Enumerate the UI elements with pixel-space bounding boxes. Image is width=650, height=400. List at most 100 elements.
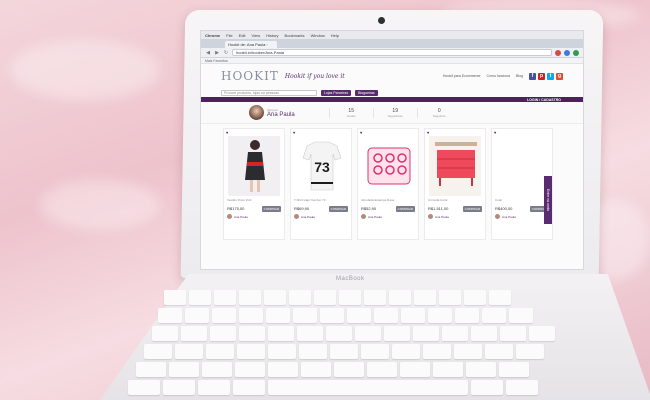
partner-stores-button[interactable]: Lojas Parceiras — [321, 89, 352, 96]
stat-followers[interactable]: 19 Seguidores — [372, 107, 417, 118]
key — [392, 344, 420, 359]
hook-icon[interactable]: ♥ — [360, 130, 362, 135]
header-link[interactable]: Blog — [516, 74, 523, 78]
key — [144, 344, 172, 359]
site-tagline: Hookit if you love it — [284, 72, 345, 80]
key — [471, 326, 497, 341]
side-tab[interactable]: Entre na onda — [544, 176, 552, 224]
hook-icon[interactable]: ♥ — [226, 130, 228, 135]
key — [297, 326, 323, 341]
key — [439, 290, 461, 305]
menu-window[interactable]: Window — [311, 33, 325, 38]
key — [326, 326, 352, 341]
card-owner[interactable]: Ana Paula — [291, 212, 351, 221]
address-bar-row: ◀ ▶ ↻ hookit.in/hooker/Ana-Paula — [201, 48, 583, 58]
key — [136, 362, 166, 377]
product-card[interactable]: ♥ Almofada Estampa Rosa R$52,90 COMPRAR … — [357, 128, 419, 240]
hook-icon[interactable]: ♥ — [427, 130, 429, 135]
card-owner[interactable]: Ana Paula — [358, 212, 418, 221]
profile-name[interactable]: Ana Paula — [267, 112, 295, 118]
os-menubar: Chrome File Edit View History Bookmarks … — [201, 31, 583, 39]
product-card[interactable]: ♥ Cômoda Coral R$1.511,00 COMPRAR Ana Pa… — [424, 128, 486, 240]
photo-scene: Chrome File Edit View History Bookmarks … — [0, 0, 650, 400]
owner-name: Ana Paula — [435, 214, 449, 219]
menu-history[interactable]: History — [266, 33, 278, 38]
buy-button[interactable]: COMPRAR — [261, 205, 281, 212]
product-card[interactable]: ♥ Vestido Preto Vinil R$175,00 COMPRAR A… — [223, 128, 285, 240]
menu-view[interactable]: View — [251, 33, 260, 38]
menu-app[interactable]: Chrome — [205, 33, 220, 38]
owner-name: Ana Paula — [368, 214, 382, 219]
menu-help[interactable]: Help — [331, 33, 339, 38]
forward-icon[interactable]: ▶ — [214, 50, 220, 56]
owner-avatar — [361, 214, 366, 219]
card-owner[interactable]: Ana Paula — [492, 212, 552, 221]
browser-tab[interactable]: Hookit de: Ana Paula ◦ — [225, 41, 277, 48]
key — [499, 362, 529, 377]
product-image[interactable]: 73 — [295, 136, 347, 196]
key — [442, 326, 468, 341]
site-header: HOOKIT Hookit if you love it Hookit para… — [201, 64, 583, 88]
product-card[interactable]: ♥ 73 T-Shirt Hapi Number 73 R$69,90 COMP… — [290, 128, 352, 240]
url-input[interactable]: hookit.in/hooker/Ana-Paula — [232, 49, 552, 56]
googleplus-icon[interactable]: g — [556, 72, 563, 80]
dresser-image — [429, 136, 481, 196]
key — [185, 308, 209, 323]
key — [181, 326, 207, 341]
bloggers-button[interactable]: Blogueiras — [355, 89, 378, 96]
key — [169, 362, 199, 377]
login-button[interactable]: LOGIN / CADASTRO — [527, 98, 561, 102]
card-bottom: R$69,90 COMPRAR — [291, 205, 351, 212]
hook-icon[interactable]: ♥ — [494, 130, 496, 135]
menu-bookmarks[interactable]: Bookmarks — [285, 33, 305, 38]
site-logo[interactable]: HOOKIT — [221, 69, 279, 83]
stat-hooks[interactable]: 15 Hooks — [328, 107, 373, 118]
stat-following[interactable]: 0 Seguindo — [416, 107, 461, 118]
search-row: Procure produtos, lojas ou pessoas Lojas… — [201, 88, 583, 97]
extension-icon[interactable] — [555, 49, 561, 56]
key — [454, 344, 482, 359]
back-icon[interactable]: ◀ — [205, 50, 211, 56]
key — [198, 380, 230, 395]
product-image[interactable] — [228, 136, 280, 196]
header-link[interactable]: Como funciona — [486, 74, 510, 78]
extension-icon[interactable] — [573, 49, 579, 56]
key-row — [136, 362, 610, 377]
header-link[interactable]: Hookit para Ecommerce — [443, 74, 481, 78]
key — [206, 344, 234, 359]
avatar[interactable] — [249, 105, 264, 120]
key — [485, 344, 513, 359]
search-input[interactable]: Procure produtos, lojas ou pessoas — [221, 89, 317, 96]
menu-file[interactable]: File — [226, 33, 232, 38]
buy-button[interactable]: COMPRAR — [462, 205, 482, 212]
key — [509, 308, 533, 323]
product-price: R$400,00 — [495, 206, 513, 211]
product-image[interactable] — [429, 136, 481, 196]
key — [293, 308, 317, 323]
card-owner[interactable]: Ana Paula — [224, 212, 284, 221]
key — [464, 290, 486, 305]
stat-label: Seguindo — [432, 113, 446, 118]
buy-button[interactable]: COMPRAR — [395, 205, 415, 212]
owner-name: Ana Paula — [502, 214, 516, 219]
key — [364, 290, 386, 305]
product-image[interactable] — [496, 136, 548, 196]
menu-edit[interactable]: Edit — [239, 33, 246, 38]
buy-button[interactable]: COMPRAR — [328, 205, 348, 212]
product-name: Vestido Preto Vinil — [227, 198, 252, 202]
key — [212, 308, 236, 323]
hook-icon[interactable]: ♥ — [293, 130, 295, 135]
key-row — [144, 344, 610, 359]
tshirt-image: 73 — [295, 136, 347, 196]
twitter-icon[interactable]: t — [547, 72, 554, 80]
facebook-icon[interactable]: f — [529, 72, 536, 80]
product-image[interactable] — [362, 136, 414, 196]
pinterest-icon[interactable]: p — [538, 72, 545, 80]
key — [334, 362, 364, 377]
pillow-image — [362, 136, 414, 196]
extension-icon[interactable] — [564, 49, 570, 56]
product-name: T-Shirt Hapi Number 73 — [294, 198, 326, 202]
reload-icon[interactable]: ↻ — [223, 50, 229, 56]
key — [314, 290, 336, 305]
card-owner[interactable]: Ana Paula — [425, 212, 485, 221]
